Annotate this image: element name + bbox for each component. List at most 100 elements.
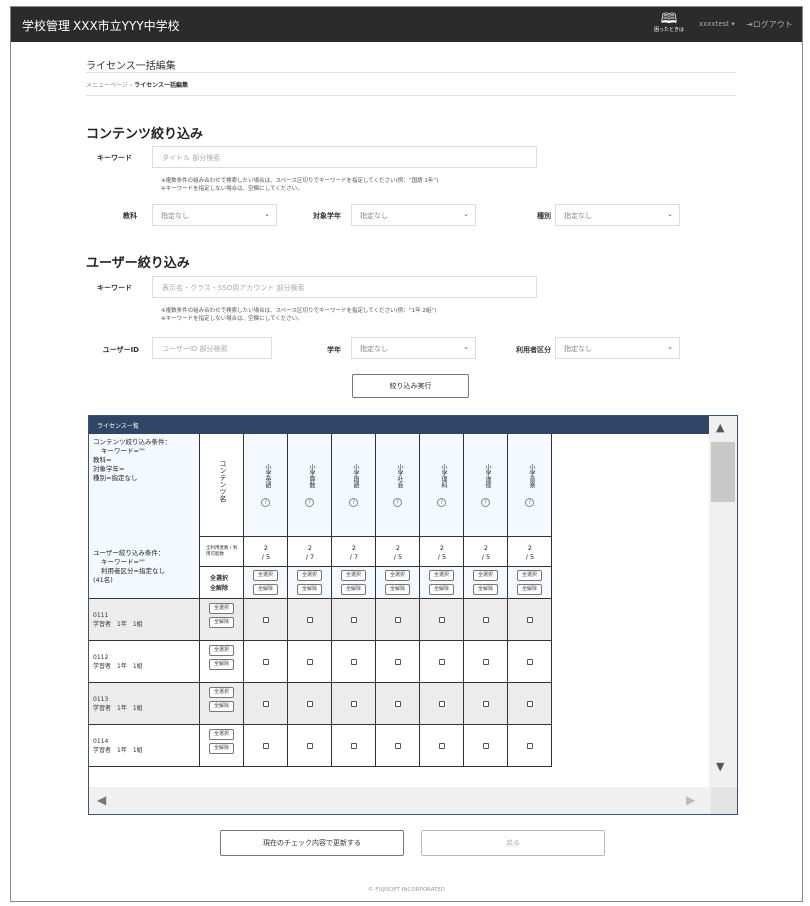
subject-select[interactable]: 指定なし ⌄ bbox=[152, 204, 277, 226]
question-icon[interactable]: ? bbox=[261, 498, 270, 507]
question-icon[interactable]: ? bbox=[393, 498, 402, 507]
question-icon[interactable]: ? bbox=[525, 498, 534, 507]
logout-link[interactable]: ⇥ログアウト bbox=[746, 19, 793, 30]
column-clear-all-button[interactable]: 全解除 bbox=[297, 584, 322, 595]
column-clear-all-button[interactable]: 全解除 bbox=[473, 584, 498, 595]
type-select[interactable]: 指定なし ⌄ bbox=[555, 204, 680, 226]
ratio-used: 2 bbox=[483, 544, 489, 552]
user-keyword-input[interactable]: 表示名・クラス・SSO用アカウント 部分検索 bbox=[152, 276, 537, 298]
breadcrumb-home[interactable]: メニューページ bbox=[86, 82, 128, 89]
question-icon[interactable]: ? bbox=[437, 498, 446, 507]
row-clear-all-button[interactable]: 全解除 bbox=[209, 659, 234, 670]
content-keyword-input[interactable]: タイトル 部分検索 bbox=[152, 146, 537, 168]
userid-input[interactable]: ユーザーID 部分検索 bbox=[152, 337, 272, 359]
row-clear-all-button[interactable]: 全解除 bbox=[209, 743, 234, 754]
license-checkbox[interactable] bbox=[395, 617, 401, 623]
update-button[interactable]: 現在のチェック内容で更新する bbox=[220, 830, 404, 856]
year-select[interactable]: 指定なし ⌄ bbox=[351, 337, 476, 359]
column-select-all-button[interactable]: 全選択 bbox=[253, 570, 278, 581]
chevron-down-icon: ⌄ bbox=[463, 210, 469, 218]
grade-value: 指定なし bbox=[360, 212, 388, 220]
help-button[interactable]: 🕮 困ったときは bbox=[649, 11, 689, 34]
license-checkbox[interactable] bbox=[395, 743, 401, 749]
column-select-all-button[interactable]: 全選択 bbox=[341, 570, 366, 581]
license-checkbox[interactable] bbox=[307, 701, 313, 707]
vertical-scrollbar[interactable]: ▲ ▼ bbox=[709, 416, 737, 788]
license-checkbox[interactable] bbox=[307, 659, 313, 665]
grade-select[interactable]: 指定なし ⌄ bbox=[351, 204, 476, 226]
license-checkbox[interactable] bbox=[351, 659, 357, 665]
year-label: 学年 bbox=[327, 346, 341, 354]
row-select-all-button[interactable]: 全選択 bbox=[209, 729, 234, 740]
question-icon[interactable]: ? bbox=[305, 498, 314, 507]
license-checkbox[interactable] bbox=[439, 701, 445, 707]
content-condition-text: コンテンツ絞り込み条件： キーワード="" 教科= 対象学年= 種別=指定なし bbox=[89, 434, 200, 487]
license-checkbox[interactable] bbox=[483, 743, 489, 749]
row-select-all-button[interactable]: 全選択 bbox=[209, 603, 234, 614]
ratio-total: / 7 bbox=[305, 553, 315, 561]
license-checkbox[interactable] bbox=[527, 743, 533, 749]
column-clear-all-button[interactable]: 全解除 bbox=[253, 584, 278, 595]
ratio-cell bbox=[376, 537, 420, 567]
column-select-all-button[interactable]: 全選択 bbox=[473, 570, 498, 581]
column-select-all-button[interactable]: 全選択 bbox=[297, 570, 322, 581]
column-select-all-button[interactable]: 全選択 bbox=[429, 570, 454, 581]
question-icon[interactable]: ? bbox=[481, 498, 490, 507]
scroll-up-icon[interactable]: ▲ bbox=[716, 422, 724, 434]
app-brand[interactable]: 学校管理 bbox=[22, 17, 70, 34]
license-checkbox[interactable] bbox=[395, 659, 401, 665]
license-checkbox[interactable] bbox=[307, 617, 313, 623]
question-icon[interactable]: ? bbox=[349, 498, 358, 507]
userid-label: ユーザーID bbox=[102, 346, 139, 354]
license-checkbox[interactable] bbox=[439, 617, 445, 623]
horizontal-scrollbar[interactable]: ◀ ▶ bbox=[89, 787, 737, 814]
breadcrumb: メニューページ › ライセンス一括編集 bbox=[86, 80, 188, 89]
column-clear-all-button[interactable]: 全解除 bbox=[429, 584, 454, 595]
row-clear-all-button[interactable]: 全解除 bbox=[209, 701, 234, 712]
subject-name: 小学国語 bbox=[352, 464, 359, 488]
license-checkbox[interactable] bbox=[395, 701, 401, 707]
license-checkbox[interactable] bbox=[307, 743, 313, 749]
scroll-right-icon[interactable]: ▶ bbox=[686, 793, 695, 807]
usertype-value: 指定なし bbox=[564, 345, 592, 353]
user-menu[interactable]: xxxxtest ▾ bbox=[699, 20, 735, 28]
license-checkbox[interactable] bbox=[351, 617, 357, 623]
scroll-left-icon[interactable]: ◀ bbox=[97, 793, 106, 807]
license-checkbox[interactable] bbox=[263, 701, 269, 707]
row-select-all-button[interactable]: 全選択 bbox=[209, 645, 234, 656]
column-clear-all-button[interactable]: 全解除 bbox=[517, 584, 542, 595]
license-checkbox[interactable] bbox=[263, 659, 269, 665]
license-checkbox[interactable] bbox=[439, 659, 445, 665]
column-select-all-button[interactable]: 全選択 bbox=[385, 570, 410, 581]
license-checkbox[interactable] bbox=[439, 743, 445, 749]
column-clear-all-button[interactable]: 全解除 bbox=[385, 584, 410, 595]
filter-submit-button[interactable]: 絞り込み実行 bbox=[352, 374, 469, 398]
row-select-all-button[interactable]: 全選択 bbox=[209, 687, 234, 698]
book-help-icon: 🕮 bbox=[660, 11, 678, 27]
content-keyword-note: ※複数条件の組み合わせで検索したい場合は、スペース区切りでキーワードを指定してく… bbox=[161, 177, 438, 193]
column-clear-all-button[interactable]: 全解除 bbox=[341, 584, 366, 595]
usertype-select[interactable]: 指定なし ⌄ bbox=[555, 337, 680, 359]
license-checkbox[interactable] bbox=[527, 617, 533, 623]
license-checkbox[interactable] bbox=[483, 617, 489, 623]
ratio-cell bbox=[332, 537, 376, 567]
license-checkbox[interactable] bbox=[527, 701, 533, 707]
license-checkbox[interactable] bbox=[263, 743, 269, 749]
license-checkbox[interactable] bbox=[263, 617, 269, 623]
subject-name: 小学音楽 bbox=[528, 464, 535, 488]
row-user-info: 学習者 1年 1組 bbox=[93, 747, 143, 754]
scroll-down-icon[interactable]: ▼ bbox=[716, 761, 724, 773]
usertype-label: 利用者区分 bbox=[516, 346, 551, 354]
subject-name: 小学英語 bbox=[264, 464, 271, 488]
ratio-used: 2 bbox=[263, 544, 269, 552]
back-button[interactable]: 戻る bbox=[421, 830, 605, 856]
row-clear-all-button[interactable]: 全解除 bbox=[209, 617, 234, 628]
column-select-all-button[interactable]: 全選択 bbox=[517, 570, 542, 581]
license-checkbox[interactable] bbox=[527, 659, 533, 665]
license-checkbox[interactable] bbox=[351, 701, 357, 707]
license-checkbox[interactable] bbox=[351, 743, 357, 749]
scroll-thumb[interactable] bbox=[711, 442, 735, 502]
ratio-cell bbox=[420, 537, 464, 567]
license-checkbox[interactable] bbox=[483, 701, 489, 707]
license-checkbox[interactable] bbox=[483, 659, 489, 665]
